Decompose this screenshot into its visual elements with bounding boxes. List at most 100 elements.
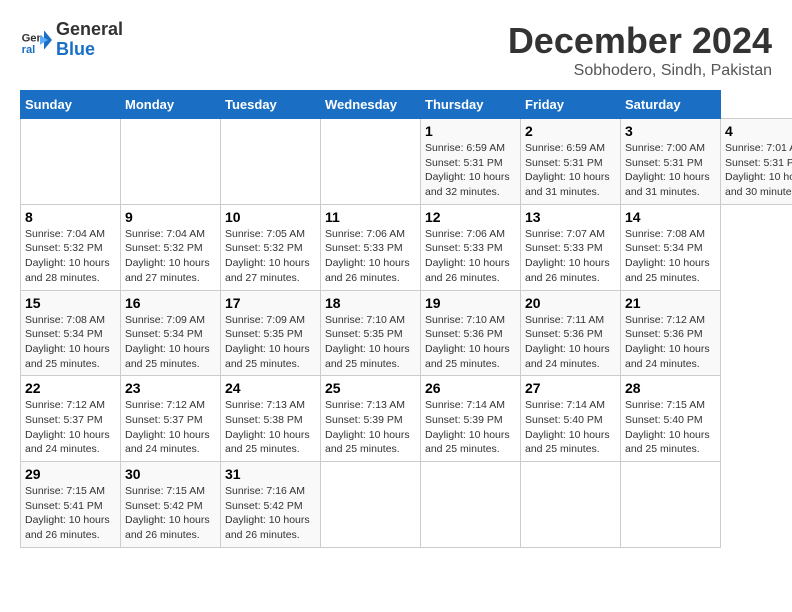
logo: Gene ral General Blue bbox=[20, 20, 123, 60]
logo-icon: Gene ral bbox=[20, 24, 52, 56]
header-thursday: Thursday bbox=[421, 91, 521, 119]
calendar-day: 31Sunrise: 7:16 AMSunset: 5:42 PMDayligh… bbox=[221, 462, 321, 548]
calendar-day: 2 Sunrise: 6:59 AMSunset: 5:31 PMDaylight… bbox=[521, 119, 621, 205]
calendar-day: 16 Sunrise: 7:09 AMSunset: 5:34 PMDayligh… bbox=[121, 290, 221, 376]
day-info: Sunrise: 7:16 AMSunset: 5:42 PMDaylight:… bbox=[225, 485, 310, 541]
logo-text: General Blue bbox=[56, 20, 123, 60]
title-block: December 2024 Sobhodero, Sindh, Pakistan bbox=[508, 20, 772, 80]
day-info: Sunrise: 7:06 AMSunset: 5:33 PMDaylight:… bbox=[425, 228, 510, 284]
day-number: 26 bbox=[425, 380, 516, 396]
day-info: Sunrise: 7:14 AMSunset: 5:40 PMDaylight:… bbox=[525, 399, 610, 455]
day-info: Sunrise: 7:15 AMSunset: 5:42 PMDaylight:… bbox=[125, 485, 210, 541]
day-number: 13 bbox=[525, 209, 616, 225]
day-number: 20 bbox=[525, 295, 616, 311]
calendar-day: 25 Sunrise: 7:13 AMSunset: 5:39 PMDayligh… bbox=[321, 376, 421, 462]
day-number: 16 bbox=[125, 295, 216, 311]
calendar-day: 8Sunrise: 7:04 AMSunset: 5:32 PMDaylight… bbox=[21, 204, 121, 290]
day-info: Sunrise: 7:06 AMSunset: 5:33 PMDaylight:… bbox=[325, 228, 410, 284]
calendar-day: 24Sunrise: 7:13 AMSunset: 5:38 PMDayligh… bbox=[221, 376, 321, 462]
day-info: Sunrise: 7:14 AMSunset: 5:39 PMDaylight:… bbox=[425, 399, 510, 455]
calendar-day: 1 Sunrise: 6:59 AMSunset: 5:31 PMDaylight… bbox=[421, 119, 521, 205]
calendar-day bbox=[421, 462, 521, 548]
calendar-day: 13 Sunrise: 7:07 AMSunset: 5:33 PMDayligh… bbox=[521, 204, 621, 290]
day-number: 29 bbox=[25, 466, 116, 482]
calendar-day: 30Sunrise: 7:15 AMSunset: 5:42 PMDayligh… bbox=[121, 462, 221, 548]
calendar-day: 9 Sunrise: 7:04 AMSunset: 5:32 PMDaylight… bbox=[121, 204, 221, 290]
day-number: 21 bbox=[625, 295, 716, 311]
day-info: Sunrise: 7:01 AMSunset: 5:31 PMDaylight:… bbox=[725, 142, 792, 198]
day-info: Sunrise: 7:11 AMSunset: 5:36 PMDaylight:… bbox=[525, 314, 610, 370]
calendar-day: 4 Sunrise: 7:01 AMSunset: 5:31 PMDaylight… bbox=[721, 119, 792, 205]
day-info: Sunrise: 7:05 AMSunset: 5:32 PMDaylight:… bbox=[225, 228, 310, 284]
day-number: 11 bbox=[325, 209, 416, 225]
day-number: 1 bbox=[425, 123, 516, 139]
day-number: 27 bbox=[525, 380, 616, 396]
calendar-day: 28Sunrise: 7:15 AMSunset: 5:40 PMDayligh… bbox=[621, 376, 721, 462]
day-number: 25 bbox=[325, 380, 416, 396]
calendar-day bbox=[321, 462, 421, 548]
day-info: Sunrise: 7:10 AMSunset: 5:35 PMDaylight:… bbox=[325, 314, 410, 370]
calendar-day: 23 Sunrise: 7:12 AMSunset: 5:37 PMDayligh… bbox=[121, 376, 221, 462]
day-number: 2 bbox=[525, 123, 616, 139]
logo-blue: Blue bbox=[56, 40, 123, 60]
day-number: 3 bbox=[625, 123, 716, 139]
day-info: Sunrise: 7:00 AMSunset: 5:31 PMDaylight:… bbox=[625, 142, 710, 198]
calendar-day: 3 Sunrise: 7:00 AMSunset: 5:31 PMDaylight… bbox=[621, 119, 721, 205]
calendar-day: 27 Sunrise: 7:14 AMSunset: 5:40 PMDayligh… bbox=[521, 376, 621, 462]
empty-cell bbox=[221, 119, 321, 205]
header-tuesday: Tuesday bbox=[221, 91, 321, 119]
empty-cell bbox=[121, 119, 221, 205]
day-info: Sunrise: 7:12 AMSunset: 5:37 PMDaylight:… bbox=[25, 399, 110, 455]
day-number: 22 bbox=[25, 380, 116, 396]
page-header: Gene ral General Blue December 2024 Sobh… bbox=[20, 20, 772, 80]
header-saturday: Saturday bbox=[621, 91, 721, 119]
day-number: 17 bbox=[225, 295, 316, 311]
day-number: 24 bbox=[225, 380, 316, 396]
calendar-week-4: 22 Sunrise: 7:12 AMSunset: 5:37 PMDayligh… bbox=[21, 376, 792, 462]
calendar-table: SundayMondayTuesdayWednesdayThursdayFrid… bbox=[20, 90, 792, 548]
calendar-day: 11 Sunrise: 7:06 AMSunset: 5:33 PMDayligh… bbox=[321, 204, 421, 290]
day-info: Sunrise: 7:04 AMSunset: 5:32 PMDaylight:… bbox=[125, 228, 210, 284]
day-info: Sunrise: 7:10 AMSunset: 5:36 PMDaylight:… bbox=[425, 314, 510, 370]
calendar-day: 10 Sunrise: 7:05 AMSunset: 5:32 PMDayligh… bbox=[221, 204, 321, 290]
calendar-header-row: SundayMondayTuesdayWednesdayThursdayFrid… bbox=[21, 91, 792, 119]
day-number: 23 bbox=[125, 380, 216, 396]
day-number: 15 bbox=[25, 295, 116, 311]
day-info: Sunrise: 7:07 AMSunset: 5:33 PMDaylight:… bbox=[525, 228, 610, 284]
day-number: 14 bbox=[625, 209, 716, 225]
calendar-day: 12 Sunrise: 7:06 AMSunset: 5:33 PMDayligh… bbox=[421, 204, 521, 290]
day-info: Sunrise: 7:13 AMSunset: 5:39 PMDaylight:… bbox=[325, 399, 410, 455]
day-info: Sunrise: 7:09 AMSunset: 5:34 PMDaylight:… bbox=[125, 314, 210, 370]
day-info: Sunrise: 7:15 AMSunset: 5:41 PMDaylight:… bbox=[25, 485, 110, 541]
day-number: 10 bbox=[225, 209, 316, 225]
day-number: 4 bbox=[725, 123, 792, 139]
day-number: 9 bbox=[125, 209, 216, 225]
header-sunday: Sunday bbox=[21, 91, 121, 119]
day-number: 12 bbox=[425, 209, 516, 225]
calendar-day: 17Sunrise: 7:09 AMSunset: 5:35 PMDayligh… bbox=[221, 290, 321, 376]
day-info: Sunrise: 6:59 AMSunset: 5:31 PMDaylight:… bbox=[525, 142, 610, 198]
calendar-day: 14 Sunrise: 7:08 AMSunset: 5:34 PMDayligh… bbox=[621, 204, 721, 290]
day-info: Sunrise: 7:12 AMSunset: 5:36 PMDaylight:… bbox=[625, 314, 710, 370]
calendar-day: 22 Sunrise: 7:12 AMSunset: 5:37 PMDayligh… bbox=[21, 376, 121, 462]
empty-cell bbox=[321, 119, 421, 205]
day-info: Sunrise: 7:08 AMSunset: 5:34 PMDaylight:… bbox=[625, 228, 710, 284]
day-number: 19 bbox=[425, 295, 516, 311]
calendar-day: 19 Sunrise: 7:10 AMSunset: 5:36 PMDayligh… bbox=[421, 290, 521, 376]
day-number: 28 bbox=[625, 380, 716, 396]
logo-general: General bbox=[56, 20, 123, 40]
calendar-day bbox=[521, 462, 621, 548]
day-info: Sunrise: 6:59 AMSunset: 5:31 PMDaylight:… bbox=[425, 142, 510, 198]
empty-cell bbox=[21, 119, 121, 205]
header-friday: Friday bbox=[521, 91, 621, 119]
page-subtitle: Sobhodero, Sindh, Pakistan bbox=[508, 62, 772, 80]
day-info: Sunrise: 7:12 AMSunset: 5:37 PMDaylight:… bbox=[125, 399, 210, 455]
day-number: 8 bbox=[25, 209, 116, 225]
day-info: Sunrise: 7:08 AMSunset: 5:34 PMDaylight:… bbox=[25, 314, 110, 370]
calendar-day: 21 Sunrise: 7:12 AMSunset: 5:36 PMDayligh… bbox=[621, 290, 721, 376]
page-title: December 2024 bbox=[508, 20, 772, 62]
calendar-week-1: 1 Sunrise: 6:59 AMSunset: 5:31 PMDaylight… bbox=[21, 119, 792, 205]
calendar-day: 29 Sunrise: 7:15 AMSunset: 5:41 PMDayligh… bbox=[21, 462, 121, 548]
calendar-day: 15 Sunrise: 7:08 AMSunset: 5:34 PMDayligh… bbox=[21, 290, 121, 376]
calendar-day bbox=[621, 462, 721, 548]
